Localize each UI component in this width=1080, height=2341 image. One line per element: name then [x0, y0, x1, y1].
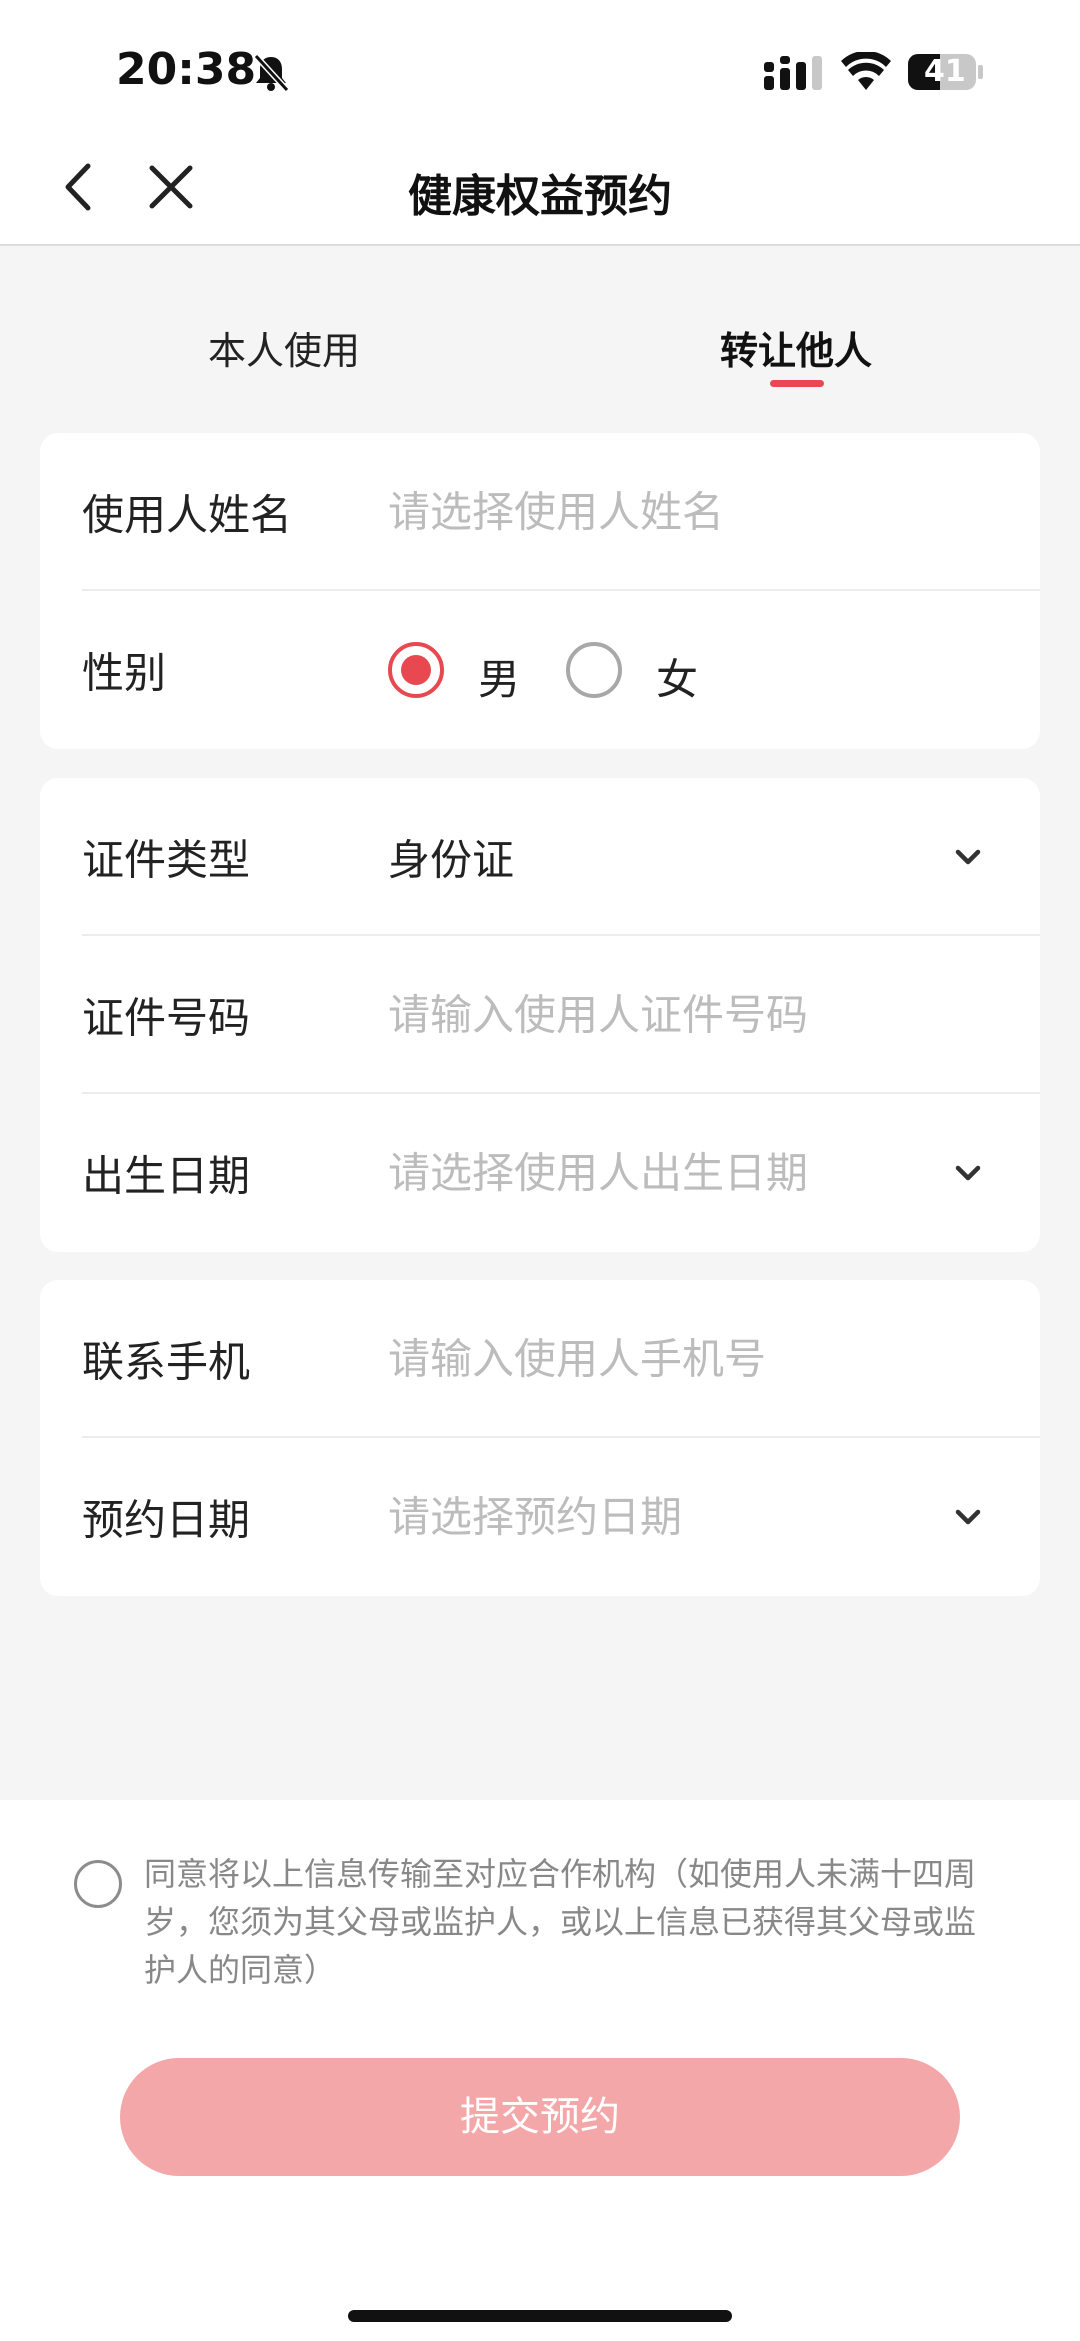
gender-option-label: 男 [478, 655, 521, 704]
footer: 同意将以上信息传输至对应合作机构（如使用人未满十四周岁，您须为其父母或监护人，或… [0, 1800, 1080, 2341]
chevron-down-icon[interactable] [952, 1506, 984, 1528]
agreement-checkbox[interactable] [74, 1860, 122, 1908]
battery-icon: 41 [906, 50, 986, 94]
radio-unchecked-icon[interactable] [566, 642, 622, 698]
name-label: 使用人姓名 [82, 490, 293, 540]
phone-field[interactable] [388, 1334, 948, 1384]
tab-self-use[interactable]: 本人使用 [208, 320, 360, 375]
status-time: 20:38 [116, 44, 257, 95]
agreement-text[interactable]: 同意将以上信息传输至对应合作机构（如使用人未满十四周岁，您须为其父母或监护人，或… [144, 1850, 1004, 1994]
user-info-card: 使用人姓名 性别 男 女 [40, 433, 1040, 749]
name-row[interactable]: 使用人姓名 [40, 433, 1040, 591]
gender-radio-group: 男 女 [388, 640, 808, 704]
id-number-label: 证件号码 [82, 993, 251, 1043]
gender-option-label: 女 [656, 655, 699, 704]
signal-icon [764, 56, 822, 90]
birth-date-label: 出生日期 [82, 1151, 251, 1201]
home-indicator [348, 2310, 732, 2322]
appointment-date-field[interactable] [388, 1492, 948, 1542]
birth-date-field[interactable] [388, 1148, 948, 1198]
bell-mute-icon [253, 53, 290, 93]
birth-date-row[interactable]: 出生日期 [40, 1094, 1040, 1252]
id-type-label: 证件类型 [82, 835, 251, 885]
gender-row: 性别 男 女 [40, 591, 1040, 749]
phone-row[interactable]: 联系手机 [40, 1280, 1040, 1438]
gender-label: 性别 [82, 648, 167, 698]
name-field[interactable] [388, 487, 948, 537]
active-tab-indicator [770, 380, 824, 387]
wifi-icon [841, 52, 891, 90]
tab-transfer[interactable]: 转让他人 [720, 320, 872, 375]
chevron-down-icon[interactable] [952, 846, 984, 868]
page-title: 健康权益预约 [408, 171, 672, 222]
id-type-row[interactable]: 证件类型 身份证 [40, 778, 1040, 936]
chevron-down-icon[interactable] [952, 1162, 984, 1184]
id-number-field[interactable] [388, 990, 948, 1040]
id-type-value[interactable]: 身份证 [388, 827, 514, 888]
contact-card: 联系手机 预约日期 [40, 1280, 1040, 1596]
phone-label: 联系手机 [82, 1337, 251, 1387]
nav-bar: 健康权益预约 [0, 120, 1080, 246]
id-info-card: 证件类型 身份证 证件号码 出生日期 [40, 778, 1040, 1252]
battery-level: 41 [924, 54, 966, 89]
appointment-date-label: 预约日期 [82, 1495, 251, 1545]
submit-button[interactable]: 提交预约 [120, 2058, 960, 2176]
id-number-row[interactable]: 证件号码 [40, 936, 1040, 1094]
appointment-date-row[interactable]: 预约日期 [40, 1438, 1040, 1596]
radio-checked-icon[interactable] [388, 642, 444, 698]
